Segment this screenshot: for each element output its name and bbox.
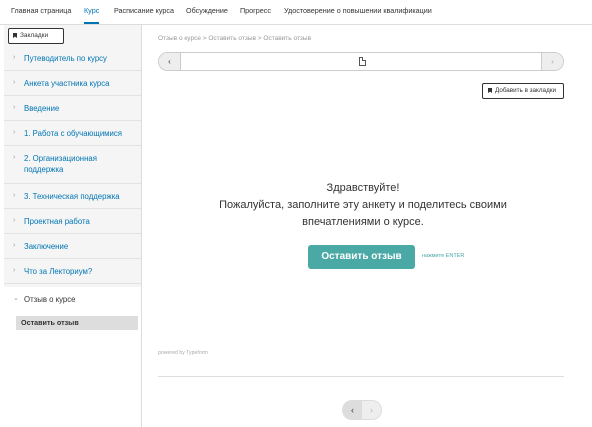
- sidebar-empty-area: [4, 334, 141, 427]
- chevron-right-icon: ›: [13, 267, 16, 274]
- sidebar-item-label: Путеводитель по курсу: [24, 54, 107, 63]
- greeting-line-3: впечатлениями о курсе.: [302, 216, 424, 228]
- sidebar-item-label: 3. Техническая поддержка: [24, 192, 120, 201]
- divider: [158, 376, 564, 377]
- powered-by-link[interactable]: powered by Typeform: [158, 350, 208, 356]
- sidebar-item-label: Отзыв о курсе: [24, 295, 76, 304]
- bookmark-icon: [13, 33, 17, 38]
- sidebar-item-guide[interactable]: › Путеводитель по курсу: [4, 47, 141, 71]
- pager-prev-button[interactable]: ‹: [343, 401, 362, 419]
- sidebar-item-section-1[interactable]: › 1. Работа с обучающимися: [4, 122, 141, 146]
- enter-hint: нажмите ENTER: [422, 253, 465, 259]
- tab-discussion[interactable]: Обсуждение: [186, 0, 228, 24]
- tab-schedule[interactable]: Расписание курса: [114, 0, 174, 24]
- course-tabs: Главная страница Курс Расписание курса О…: [0, 0, 592, 25]
- greeting-text: Здравствуйте! Пожалуйста, заполните эту …: [160, 180, 566, 231]
- sidebar-subitem-leave-feedback[interactable]: Оставить отзыв: [16, 316, 138, 330]
- sidebar-item-section-2[interactable]: › 2. Организационная поддержка: [4, 147, 141, 184]
- chevron-down-icon: ⌄: [13, 295, 19, 302]
- chevron-right-icon: ›: [13, 217, 16, 224]
- greeting-line-1: Здравствуйте!: [326, 182, 400, 194]
- sidebar-item-label: Заключение: [24, 242, 69, 251]
- sidebar-item-survey[interactable]: › Анкета участника курса: [4, 72, 141, 96]
- chevron-right-icon: ›: [13, 104, 16, 111]
- sidebar-item-project[interactable]: › Проектная работа: [4, 210, 141, 234]
- chevron-right-icon: ›: [13, 79, 16, 86]
- sidebar-item-label: 2. Организационная поддержка: [24, 154, 97, 174]
- sidebar-item-label: Анкета участника курса: [24, 79, 110, 88]
- sequence-nav: ‹ ›: [158, 52, 564, 71]
- sequence-next-button[interactable]: ›: [541, 53, 563, 70]
- chevron-right-icon: ›: [13, 129, 16, 136]
- tab-course[interactable]: Курс: [84, 0, 100, 24]
- sidebar-item-label: 1. Работа с обучающимися: [24, 129, 123, 138]
- tab-progress[interactable]: Прогресс: [240, 0, 271, 24]
- chevron-right-icon: ›: [13, 242, 16, 249]
- sidebar-item-conclusion[interactable]: › Заключение: [4, 235, 141, 259]
- sidebar-item-label: Введение: [24, 104, 60, 113]
- sidebar-item-lectorium[interactable]: › Что за Лекториум?: [4, 260, 141, 284]
- add-bookmark-button[interactable]: Добавить в закладки: [482, 83, 564, 99]
- sequence-prev-button[interactable]: ‹: [159, 53, 181, 70]
- chevron-right-icon: ›: [13, 154, 16, 161]
- add-bookmark-label: Добавить в закладки: [495, 87, 557, 94]
- bookmarks-label: Закладки: [20, 32, 49, 39]
- course-sidebar: Закладки › Путеводитель по курсу › Анкет…: [4, 25, 142, 427]
- sidebar-item-label: Что за Лекториум?: [24, 267, 93, 276]
- bottom-pager: ‹ ›: [342, 400, 382, 420]
- bookmarks-button[interactable]: Закладки: [8, 28, 64, 44]
- pager-next-button[interactable]: ›: [362, 401, 381, 419]
- greeting-line-2: Пожалуйста, заполните эту анкету и подел…: [219, 199, 507, 211]
- breadcrumb: Отзыв о курсе > Оставить отзыв > Оставит…: [158, 35, 312, 42]
- document-icon[interactable]: [359, 57, 366, 66]
- chevron-right-icon: ›: [13, 54, 16, 61]
- tab-home[interactable]: Главная страница: [11, 0, 71, 24]
- bookmark-icon: [488, 88, 492, 93]
- leave-feedback-button[interactable]: Оставить отзыв: [308, 245, 415, 269]
- tab-certificate[interactable]: Удостоверение о повышении квалификации: [284, 0, 432, 24]
- sidebar-item-intro[interactable]: › Введение: [4, 97, 141, 121]
- chevron-right-icon: ›: [13, 192, 16, 199]
- sidebar-item-section-3[interactable]: › 3. Техническая поддержка: [4, 185, 141, 209]
- sidebar-item-label: Проектная работа: [24, 217, 90, 226]
